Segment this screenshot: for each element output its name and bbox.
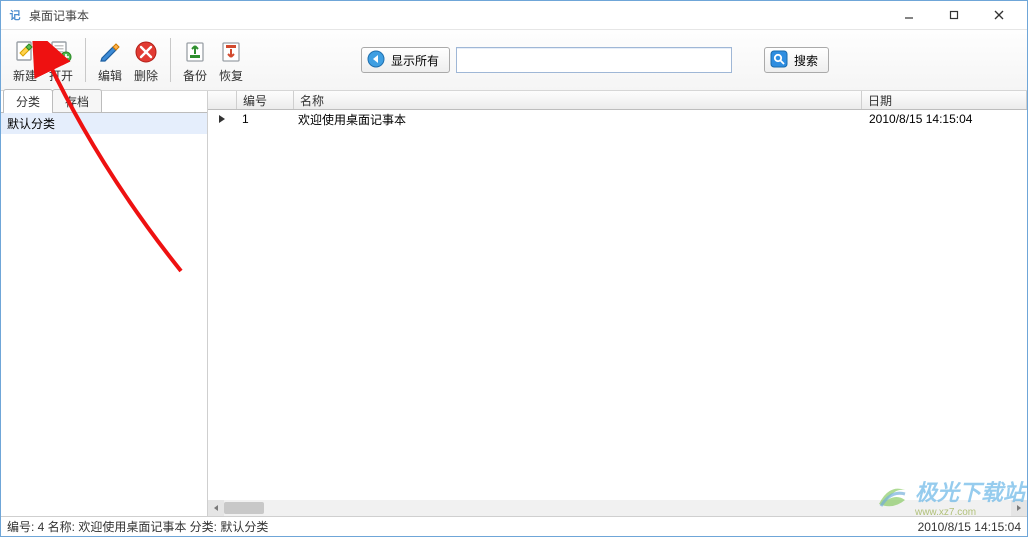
list-body[interactable]: 1 欢迎使用桌面记事本 2010/8/15 14:15:04 xyxy=(208,110,1027,500)
row-current-marker-icon xyxy=(208,114,236,124)
app-icon: 记 xyxy=(7,7,23,23)
restore-button[interactable]: 恢复 xyxy=(213,36,249,84)
search-icon xyxy=(770,50,788,71)
show-all-button[interactable]: 显示所有 xyxy=(361,47,450,73)
toolbar-separator xyxy=(85,38,86,82)
open-icon xyxy=(47,38,75,66)
list-col-date[interactable]: 日期 xyxy=(862,91,1027,109)
new-button[interactable]: 新建 xyxy=(7,36,43,84)
backup-button[interactable]: 备份 xyxy=(177,36,213,84)
list-col-name[interactable]: 名称 xyxy=(294,91,862,109)
titlebar: 记 桌面记事本 xyxy=(1,1,1027,30)
scroll-right-icon[interactable] xyxy=(1011,500,1027,516)
sidebar-item-default-category[interactable]: 默认分类 xyxy=(1,113,207,134)
delete-button[interactable]: 删除 xyxy=(128,36,164,84)
status-right: 2010/8/15 14:15:04 xyxy=(918,520,1021,534)
close-button[interactable] xyxy=(976,1,1021,29)
show-all-label: 显示所有 xyxy=(391,52,439,69)
body-area: 分类 存档 默认分类 编号 名称 日期 1 欢迎使用桌面记事本 xyxy=(1,91,1027,516)
sidebar-tabs: 分类 存档 xyxy=(1,91,207,113)
toolbar-search-area: 显示所有 搜索 xyxy=(361,47,829,73)
scroll-left-icon[interactable] xyxy=(208,500,224,516)
search-button[interactable]: 搜索 xyxy=(764,47,829,73)
main-panel: 编号 名称 日期 1 欢迎使用桌面记事本 2010/8/15 14:15:04 xyxy=(208,91,1027,516)
horizontal-scrollbar[interactable] xyxy=(208,500,1027,516)
row-date: 2010/8/15 14:15:04 xyxy=(863,112,1027,126)
new-icon xyxy=(11,38,39,66)
minimize-button[interactable] xyxy=(886,1,931,29)
delete-label: 删除 xyxy=(134,67,158,84)
sidebar: 分类 存档 默认分类 xyxy=(1,91,208,516)
search-input[interactable] xyxy=(456,47,732,73)
list-col-marker[interactable] xyxy=(208,91,237,109)
row-id: 1 xyxy=(236,112,292,126)
row-name: 欢迎使用桌面记事本 xyxy=(292,111,863,128)
main-toolbar: 新建 打开 xyxy=(1,30,1027,91)
edit-label: 编辑 xyxy=(98,67,122,84)
tab-category[interactable]: 分类 xyxy=(3,89,53,113)
toolbar-separator xyxy=(170,38,171,82)
window-title: 桌面记事本 xyxy=(29,7,89,24)
status-bar: 编号: 4 名称: 欢迎使用桌面记事本 分类: 默认分类 2010/8/15 1… xyxy=(1,516,1027,536)
open-button[interactable]: 打开 xyxy=(43,36,79,84)
back-arrow-icon xyxy=(367,50,385,71)
app-window: 记 桌面记事本 xyxy=(0,0,1028,537)
edit-button[interactable]: 编辑 xyxy=(92,36,128,84)
list-header: 编号 名称 日期 xyxy=(208,91,1027,110)
backup-label: 备份 xyxy=(183,67,207,84)
restore-icon xyxy=(217,38,245,66)
edit-icon xyxy=(96,38,124,66)
window-controls xyxy=(886,1,1021,29)
sidebar-list[interactable]: 默认分类 xyxy=(1,112,207,516)
open-label: 打开 xyxy=(49,67,73,84)
backup-icon xyxy=(181,38,209,66)
list-col-id[interactable]: 编号 xyxy=(237,91,294,109)
scroll-track[interactable] xyxy=(224,500,1011,516)
restore-label: 恢复 xyxy=(219,67,243,84)
tab-archive[interactable]: 存档 xyxy=(52,89,102,113)
list-row[interactable]: 1 欢迎使用桌面记事本 2010/8/15 14:15:04 xyxy=(208,110,1027,128)
maximize-button[interactable] xyxy=(931,1,976,29)
toolbar-group-file: 新建 打开 xyxy=(5,36,81,84)
scroll-thumb[interactable] xyxy=(224,502,264,514)
search-label: 搜索 xyxy=(794,52,818,69)
status-left: 编号: 4 名称: 欢迎使用桌面记事本 分类: 默认分类 xyxy=(7,518,268,535)
delete-icon xyxy=(132,38,160,66)
toolbar-group-edit: 编辑 删除 xyxy=(90,36,166,84)
new-label: 新建 xyxy=(13,67,37,84)
toolbar-group-backup: 备份 恢复 xyxy=(175,36,251,84)
